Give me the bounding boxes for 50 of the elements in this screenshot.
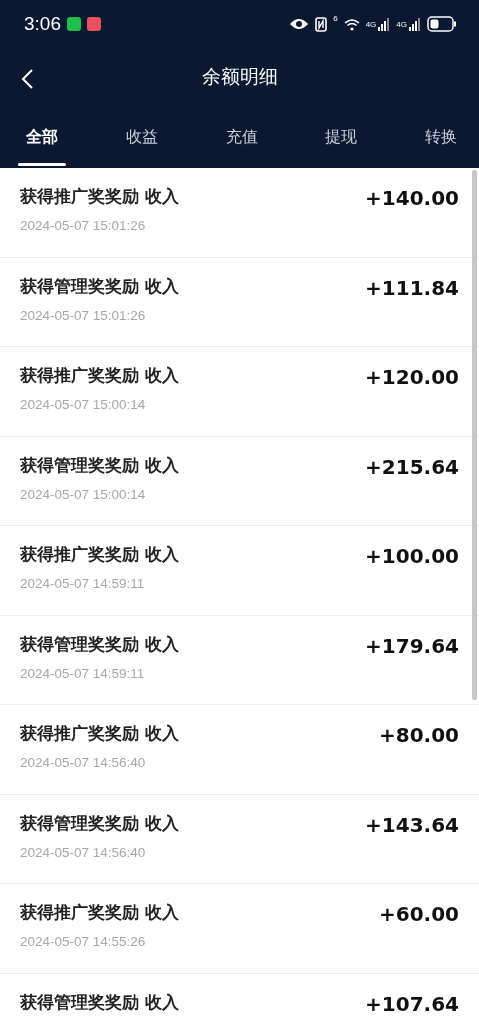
record-time: 2024-05-07 15:01:26 <box>20 218 147 233</box>
record-row[interactable]: 获得管理奖奖励 收入 +143.64 2024-05-07 14:56:40 <box>0 794 479 884</box>
record-amount: +140.00 <box>365 186 459 210</box>
signal-icon <box>378 17 391 31</box>
wifi-label: 6 <box>333 14 338 23</box>
record-title: 获得管理奖奖励 收入 <box>20 991 180 1014</box>
nfc-icon <box>315 16 328 32</box>
network-label: 4G <box>396 19 407 29</box>
record-time: 2024-05-07 14:56:40 <box>20 844 147 860</box>
record-title: 获得推广奖奖励 收入 <box>20 544 180 566</box>
status-time: 3:06 <box>24 13 61 35</box>
record-row[interactable]: 获得推广奖奖励 收入 +60.00 2024-05-07 14:55:26 <box>0 884 479 974</box>
record-row[interactable]: 获得推广奖奖励 收入 +80.00 2024-05-07 14:56:40 <box>0 705 479 795</box>
record-title: 获得管理奖奖励 收入 <box>20 275 180 298</box>
record-title: 获得推广奖奖励 收入 <box>20 723 180 745</box>
record-time: 2024-05-07 15:00:14 <box>20 397 147 412</box>
filter-tab[interactable]: 收益 <box>121 106 162 168</box>
record-time: 2024-05-07 14:55:26 <box>20 934 147 949</box>
record-amount: +179.64 <box>365 633 459 658</box>
record-time: 2024-05-07 14:59:11 <box>20 576 146 591</box>
chat-app-icon <box>67 17 81 31</box>
record-amount: +60.00 <box>378 902 459 926</box>
filter-tab[interactable]: 转换 <box>421 106 461 168</box>
battery-icon <box>427 16 457 32</box>
record-amount: +120.00 <box>365 365 459 389</box>
record-title: 获得管理奖奖励 收入 <box>20 454 180 477</box>
record-amount: +100.00 <box>365 544 459 568</box>
filter-tab[interactable]: 充值 <box>221 106 262 168</box>
record-time: 2024-05-07 14:56:40 <box>20 755 147 770</box>
record-amount: +143.64 <box>365 812 459 837</box>
record-time: 2024-05-07 14:59:11 <box>20 665 146 681</box>
signal-icon <box>409 17 421 31</box>
record-time: 2024-05-07 15:00:14 <box>20 486 147 502</box>
filter-tab[interactable]: 提现 <box>321 106 362 168</box>
network-label: 4G <box>365 19 377 29</box>
record-title: 获得管理奖奖励 收入 <box>20 812 180 835</box>
record-row[interactable]: 获得管理奖奖励 收入 +107.64 <box>0 973 479 1024</box>
record-title: 获得推广奖奖励 收入 <box>20 186 180 208</box>
eye-icon <box>289 17 310 31</box>
record-amount: +111.84 <box>365 275 459 300</box>
record-title: 获得推广奖奖励 收入 <box>20 902 180 924</box>
record-amount: +215.64 <box>365 454 459 479</box>
page-title: 余额明细 <box>201 64 278 89</box>
record-title: 获得推广奖奖励 收入 <box>20 365 180 387</box>
wifi-icon <box>343 17 360 31</box>
record-time: 2024-05-07 15:01:26 <box>20 307 147 323</box>
record-amount: +80.00 <box>378 723 459 747</box>
record-amount: +107.64 <box>365 991 459 1016</box>
record-title: 获得管理奖奖励 收入 <box>20 633 180 656</box>
app-icon <box>87 17 101 31</box>
